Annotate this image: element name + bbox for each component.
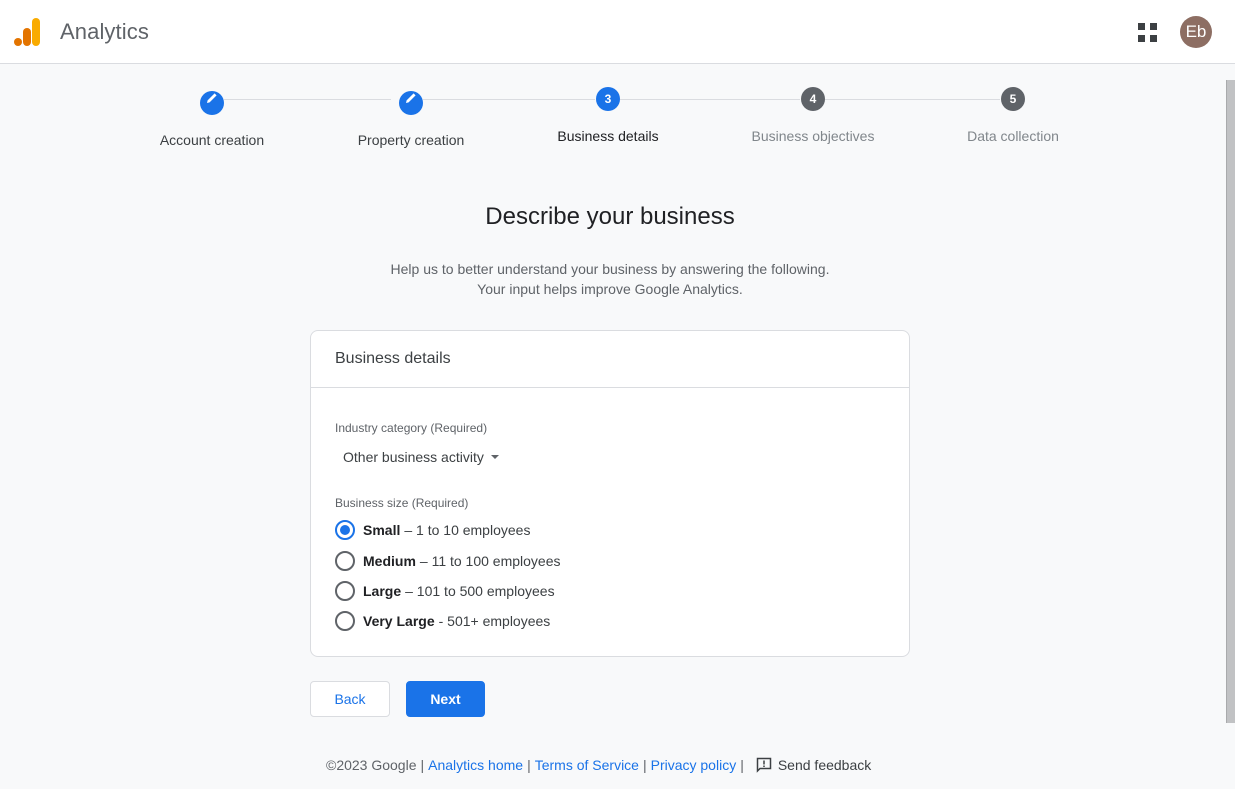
option-detail: - 501+ employees xyxy=(438,613,551,629)
radio-button[interactable] xyxy=(335,551,355,571)
send-feedback-button[interactable]: Send feedback xyxy=(756,757,871,773)
edit-pencil-icon xyxy=(207,93,217,103)
size-option-very-large[interactable]: Very Large - 501+ employees xyxy=(335,609,550,633)
step-data-collection: 5 Data collection xyxy=(923,86,1103,144)
option-name: Very Large xyxy=(363,613,435,629)
business-details-card: Business details Industry category (Requ… xyxy=(310,330,910,657)
step-done-badge xyxy=(200,91,224,115)
analytics-logo-icon[interactable] xyxy=(14,17,42,47)
radio-button[interactable] xyxy=(335,611,355,631)
industry-category-label: Industry category (Required) xyxy=(335,421,488,435)
copyright-text: ©2023 Google xyxy=(326,757,417,773)
option-detail: – 11 to 100 employees xyxy=(419,553,561,569)
option-detail: – 101 to 500 employees xyxy=(405,583,555,599)
option-detail: – 1 to 10 employees xyxy=(404,522,531,538)
app-title: Analytics xyxy=(60,19,149,44)
step-label: Data collection xyxy=(967,128,1059,144)
size-option-large[interactable]: Large – 101 to 500 employees xyxy=(335,579,555,603)
analytics-home-link[interactable]: Analytics home xyxy=(428,757,523,773)
send-feedback-label: Send feedback xyxy=(777,757,872,773)
size-option-small[interactable]: Small – 1 to 10 employees xyxy=(335,518,530,542)
step-label: Business details xyxy=(557,128,659,144)
business-size-label: Business size (Required) xyxy=(335,496,469,510)
step-business-objectives: 4 Business objectives xyxy=(723,86,903,144)
apps-grid-icon[interactable] xyxy=(1137,22,1157,42)
subtitle-line: Your input helps improve Google Analytic… xyxy=(477,281,743,297)
subtitle-line: Help us to better understand your busine… xyxy=(390,261,830,277)
step-label: Property creation xyxy=(357,132,465,148)
industry-category-dropdown[interactable]: Other business activity xyxy=(335,447,507,467)
page-subtitle: Help us to better understand your busine… xyxy=(0,259,1220,299)
step-business-details[interactable]: 3 Business details xyxy=(518,86,698,144)
feedback-icon xyxy=(756,757,772,773)
size-option-medium[interactable]: Medium – 11 to 100 employees xyxy=(335,549,561,573)
option-name: Large xyxy=(363,583,402,599)
terms-of-service-link[interactable]: Terms of Service xyxy=(535,757,639,773)
dropdown-caret-icon xyxy=(490,455,499,459)
step-number-badge: 5 xyxy=(1001,87,1025,111)
step-number-badge: 4 xyxy=(801,87,825,111)
step-number-badge: 3 xyxy=(596,87,620,111)
step-account-creation[interactable]: Account creation xyxy=(122,86,302,148)
step-label: Account creation xyxy=(159,132,265,148)
footer-separator: | xyxy=(740,757,744,773)
industry-selected-value: Other business activity xyxy=(343,449,484,465)
step-label: Business objectives xyxy=(751,128,875,144)
step-done-badge xyxy=(399,91,423,115)
edit-pencil-icon xyxy=(406,93,416,103)
back-button[interactable]: Back xyxy=(310,681,390,717)
footer-separator: | xyxy=(527,757,531,773)
card-title: Business details xyxy=(311,331,909,388)
scrollbar-thumb[interactable] xyxy=(1226,80,1235,723)
next-button[interactable]: Next xyxy=(406,681,485,717)
account-avatar[interactable]: Eb xyxy=(1180,16,1212,48)
setup-stepper: Account creation Property creation 3 Bus… xyxy=(0,86,1225,156)
top-app-bar: Analytics Eb xyxy=(0,0,1235,64)
radio-button[interactable] xyxy=(335,581,355,601)
radio-button-checked[interactable] xyxy=(335,520,355,540)
step-property-creation[interactable]: Property creation xyxy=(321,86,501,148)
privacy-policy-link[interactable]: Privacy policy xyxy=(651,757,737,773)
option-name: Medium xyxy=(363,553,416,569)
page-footer: ©2023 Google | Analytics home | Terms of… xyxy=(326,757,871,773)
page-title: Describe your business xyxy=(485,203,735,230)
option-name: Small xyxy=(363,522,401,538)
footer-separator: | xyxy=(420,757,425,773)
footer-separator: | xyxy=(642,757,647,773)
